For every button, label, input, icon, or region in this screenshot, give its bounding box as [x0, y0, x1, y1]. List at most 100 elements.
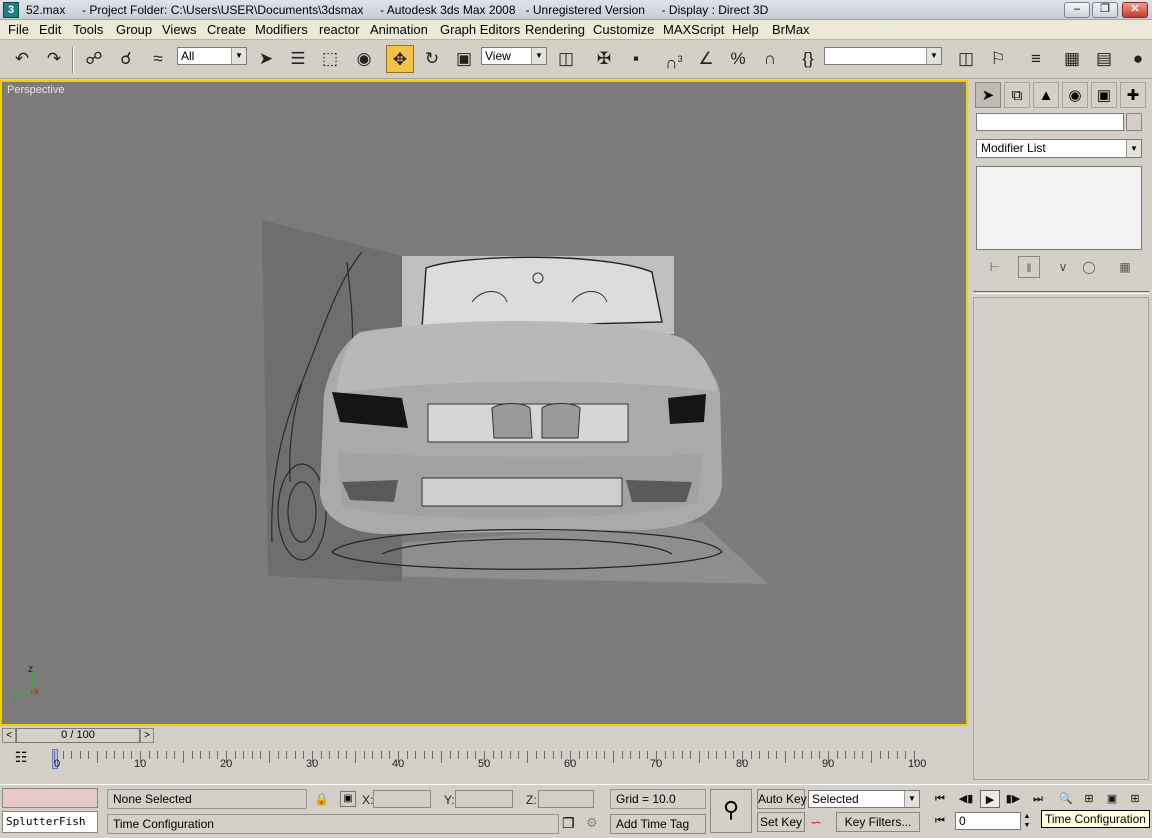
go-to-end-icon[interactable]: ⏭	[1028, 790, 1048, 808]
undo-icon[interactable]: ↶	[8, 45, 36, 73]
set-key-button[interactable]: Set Key	[757, 812, 805, 832]
named-selection-sets-dropdown[interactable]: ▼	[824, 47, 942, 65]
material-editor-icon[interactable]: ●	[1124, 45, 1152, 73]
selection-filter-toggle-icon[interactable]: ⚙	[586, 815, 598, 831]
modifier-list-dropdown[interactable]: Modifier List ▼	[976, 139, 1142, 158]
manipulate-icon[interactable]: ✠	[590, 45, 618, 73]
current-frame-input[interactable]: 0	[955, 812, 1021, 830]
unlink-selection-icon[interactable]: ☌	[112, 45, 140, 73]
menu-views[interactable]: Views	[162, 22, 196, 37]
frame-spinner-icon[interactable]: ▲ ▼	[1022, 812, 1032, 830]
make-unique-icon[interactable]: ∨	[1052, 256, 1074, 278]
previous-frame-icon[interactable]: ◀▮	[956, 790, 976, 808]
angle-snap-icon[interactable]: ∠	[692, 45, 720, 73]
lock-selection-icon[interactable]: 🔒	[314, 792, 329, 806]
show-end-result-icon[interactable]: ‖	[1018, 256, 1040, 278]
select-by-name-icon[interactable]: ☰	[284, 45, 312, 73]
object-name-input[interactable]	[976, 113, 1124, 131]
percent-snap-icon[interactable]: %	[724, 45, 752, 73]
isolate-selection-icon[interactable]: ❐	[562, 815, 575, 832]
layer-manager-icon[interactable]: ≡	[1022, 45, 1050, 73]
maxscript-listener-input[interactable]: SplutterFish	[2, 811, 98, 833]
menu-tools[interactable]: Tools	[73, 22, 103, 37]
configure-modifier-sets-icon[interactable]: ▦	[1114, 256, 1136, 278]
motion-tab-icon[interactable]: ◉	[1062, 82, 1088, 108]
key-mode-dropdown[interactable]: Selected ▼	[808, 790, 920, 808]
maxscript-listener-output[interactable]	[2, 788, 98, 808]
reference-coordinate-dropdown[interactable]: View ▼	[481, 47, 547, 65]
rollout-area[interactable]	[973, 297, 1149, 780]
window-crossing-icon[interactable]: ◉	[350, 45, 378, 73]
modify-tab-icon[interactable]: ⧉	[1004, 82, 1030, 108]
set-key-icon[interactable]: ⚲	[710, 789, 752, 833]
display-tab-icon[interactable]: ▣	[1091, 82, 1117, 108]
maximize-button[interactable]: ❐	[1092, 2, 1118, 18]
menu-rendering[interactable]: Rendering	[525, 22, 585, 37]
snaps-toggle-icon[interactable]: ∩3	[660, 45, 688, 73]
time-slider-next-button[interactable]: >	[140, 728, 154, 743]
mirror-icon[interactable]: ◫	[952, 45, 980, 73]
x-coordinate-input[interactable]	[373, 790, 431, 808]
hierarchy-tab-icon[interactable]: ▲	[1033, 82, 1059, 108]
play-animation-icon[interactable]: ▶	[980, 790, 1000, 808]
zoom-extents-all-icon[interactable]: ⊞	[1125, 790, 1145, 808]
menu-create[interactable]: Create	[207, 22, 246, 37]
menu-group[interactable]: Group	[116, 22, 152, 37]
rectangular-selection-icon[interactable]: ⬚	[316, 45, 344, 73]
menu-animation[interactable]: Animation	[370, 22, 428, 37]
go-to-start-icon[interactable]: ⏮	[930, 790, 950, 808]
select-and-rotate-icon[interactable]: ↻	[418, 45, 446, 73]
remove-modifier-icon[interactable]: ◯	[1078, 256, 1100, 278]
selection-filter-dropdown[interactable]: All ▼	[177, 47, 247, 65]
menu-file[interactable]: File	[8, 22, 29, 37]
select-and-scale-icon[interactable]: ▣	[450, 45, 478, 73]
zoom-extents-icon[interactable]: ▣	[1102, 790, 1122, 808]
track-tick	[509, 751, 511, 759]
pivot-center-icon[interactable]: ◫	[552, 45, 580, 73]
minimize-button[interactable]: –	[1064, 2, 1090, 18]
edit-named-selection-icon[interactable]: {}	[794, 45, 822, 73]
zoom-icon[interactable]: 🔍	[1056, 790, 1076, 808]
bind-to-space-warp-icon[interactable]: ≈	[144, 45, 172, 73]
select-object-icon[interactable]: ➤	[252, 45, 280, 73]
z-coordinate-input[interactable]	[538, 790, 594, 808]
keyboard-shortcut-override-icon[interactable]: ▪	[622, 45, 650, 73]
align-icon[interactable]: ⚐	[984, 45, 1012, 73]
time-slider[interactable]: < 0 / 100 >	[0, 727, 968, 744]
menu-reactor[interactable]: reactor	[319, 22, 359, 37]
menu-help[interactable]: Help	[732, 22, 759, 37]
next-frame-icon[interactable]: ▮▶	[1003, 790, 1023, 808]
pin-stack-icon[interactable]: ⊢	[984, 256, 1006, 278]
menu-brmax[interactable]: BrMax	[772, 22, 810, 37]
menu-modifiers[interactable]: Modifiers	[255, 22, 308, 37]
app-icon[interactable]: 3	[3, 2, 19, 18]
redo-icon[interactable]: ↷	[40, 45, 68, 73]
y-coordinate-input[interactable]	[455, 790, 513, 808]
modifier-stack[interactable]	[976, 166, 1142, 250]
auto-key-button[interactable]: Auto Key	[757, 789, 807, 809]
spinner-snap-icon[interactable]: ∩	[756, 45, 784, 73]
time-slider-prev-button[interactable]: <	[2, 728, 16, 743]
time-slider-thumb[interactable]: 0 / 100	[16, 728, 140, 743]
perspective-viewport[interactable]: Perspective z x y	[0, 80, 968, 726]
track-bar-scale[interactable]: 0 10 20 30 40 50 60 70 80 90 100	[50, 745, 926, 779]
key-mode-toggle-icon[interactable]: ⏮	[930, 812, 950, 830]
add-time-tag-button[interactable]: Add Time Tag	[610, 814, 706, 834]
menu-customize[interactable]: Customize	[593, 22, 654, 37]
absolute-mode-transform-icon[interactable]: ▣	[340, 791, 356, 807]
utilities-tab-icon[interactable]: ✚	[1120, 82, 1146, 108]
select-and-link-icon[interactable]: ☍	[80, 45, 108, 73]
select-and-move-icon[interactable]: ✥	[386, 45, 414, 73]
menu-edit[interactable]: Edit	[39, 22, 61, 37]
key-filters-button[interactable]: Key Filters...	[836, 812, 920, 832]
default-tangent-icon[interactable]: ∽	[810, 814, 822, 831]
object-color-swatch[interactable]	[1126, 113, 1142, 131]
zoom-all-icon[interactable]: ⊞	[1079, 790, 1099, 808]
menu-maxscript[interactable]: MAXScript	[663, 22, 724, 37]
menu-graph-editors[interactable]: Graph Editors	[440, 22, 520, 37]
schematic-view-icon[interactable]: ▤	[1090, 45, 1118, 73]
curve-editor-icon[interactable]: ▦	[1058, 45, 1086, 73]
open-mini-curve-editor-icon[interactable]: ☷	[10, 749, 32, 769]
close-button[interactable]: ✕	[1122, 2, 1148, 18]
create-tab-icon[interactable]: ➤	[975, 82, 1001, 108]
